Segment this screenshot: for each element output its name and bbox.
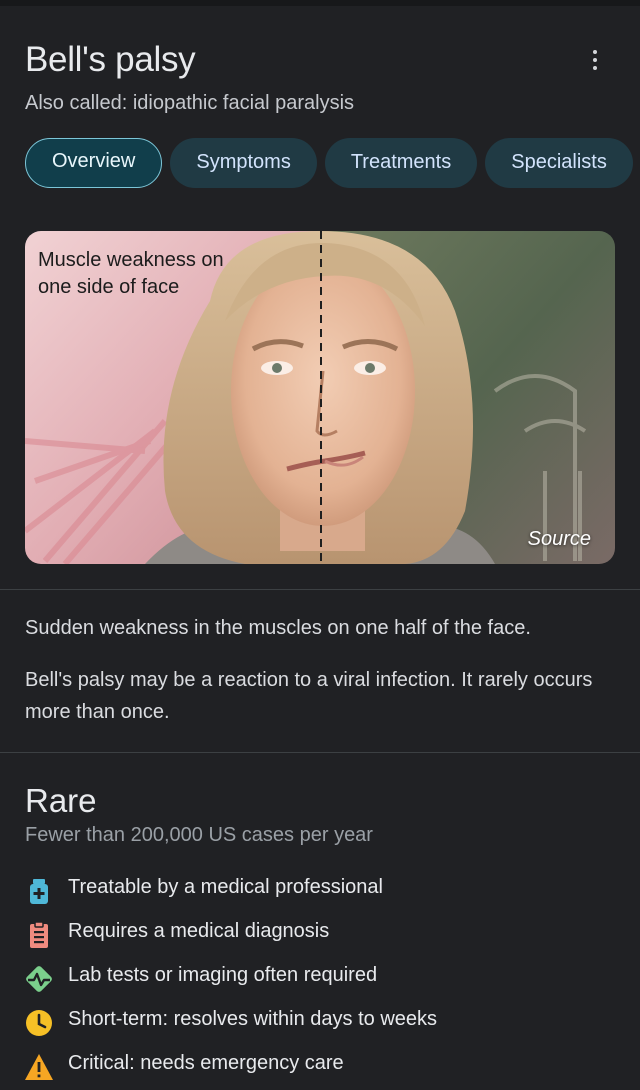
heartbeat-icon [26,966,52,992]
fact-text: Critical: needs emergency care [68,1052,344,1074]
more-options-icon[interactable] [582,50,608,78]
hero-caption: Muscle weakness on one side of face [38,249,224,298]
source-link[interactable]: Source [528,528,591,551]
rarity-heading: Rare [25,782,97,819]
fact-text: Requires a medical diagnosis [68,920,330,942]
fact-text: Treatable by a medical professional [68,876,383,898]
divider [0,752,640,753]
medicine-bottle-icon [30,879,48,904]
list-item: Treatable by a medical professional [24,870,624,914]
page-title: Bell's palsy [25,40,196,79]
rarity-detail: Fewer than 200,000 US cases per year [25,824,373,846]
detail-text: Bell's palsy may be a reaction to a vira… [25,669,593,723]
divider [0,589,640,590]
tab-specialists[interactable]: Specialists [485,138,633,188]
tab-treatments[interactable]: Treatments [324,138,478,188]
list-item: Short-term: resolves within days to week… [24,1002,624,1046]
summary-text: Sudden weakness in the muscles on one ha… [25,617,531,639]
status-bar-strip [0,0,640,6]
hero-image[interactable]: Muscle weakness on one side of face Sour… [25,231,615,564]
tab-bar: Overview Symptoms Treatments Specialists [25,138,640,188]
fact-text: Short-term: resolves within days to week… [68,1008,438,1030]
page-subtitle: Also called: idiopathic facial paralysis [25,92,355,114]
tab-symptoms[interactable]: Symptoms [170,138,317,188]
list-item: Lab tests or imaging often required [24,958,624,1002]
warning-icon [25,1054,53,1080]
list-item: Critical: needs emergency care [24,1046,624,1090]
tab-overview[interactable]: Overview [25,138,163,188]
fact-text: Lab tests or imaging often required [68,964,378,986]
clock-icon [26,1010,52,1036]
clipboard-icon [30,921,48,948]
facts-list: Treatable by a medical professional Requ… [24,870,624,1090]
list-item: Requires a medical diagnosis [24,914,624,958]
